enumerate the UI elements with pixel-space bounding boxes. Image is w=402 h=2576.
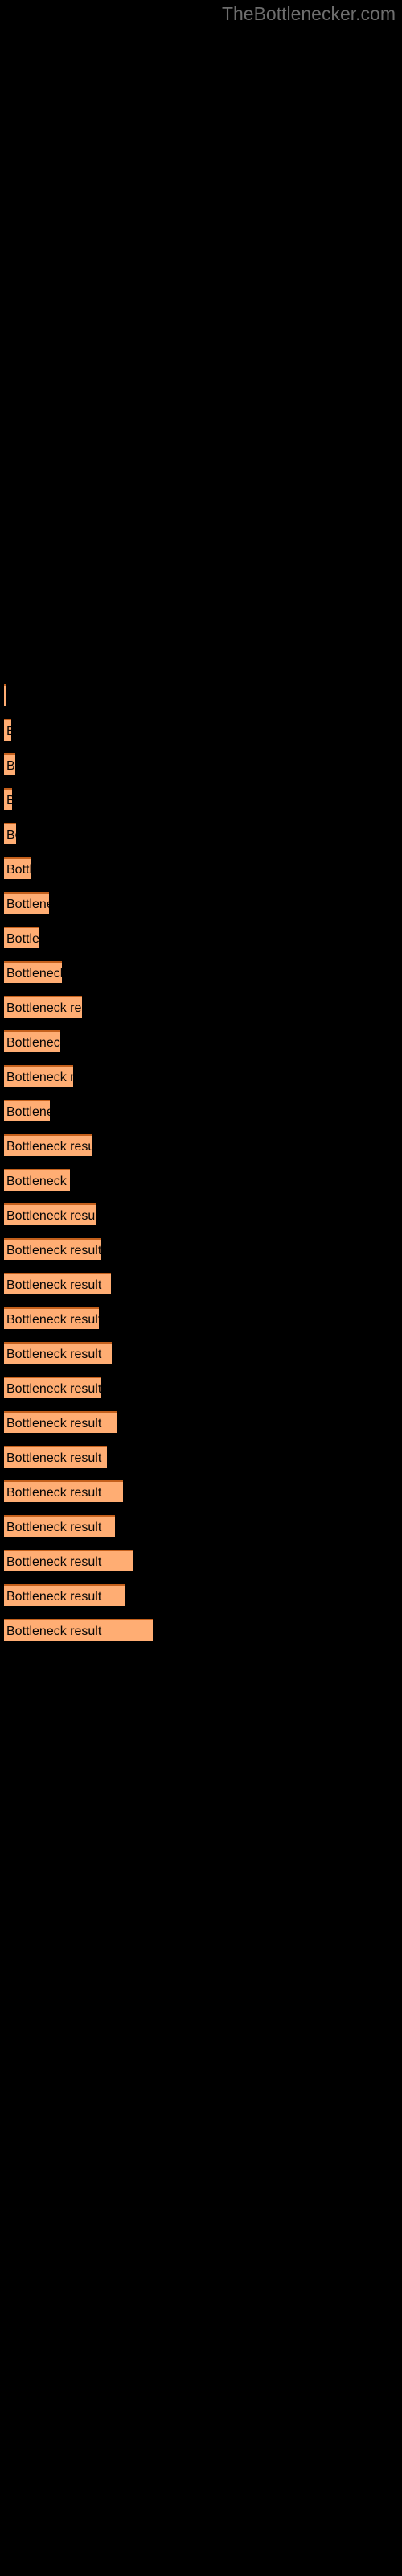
bar-row: Bottleneck result: [0, 1065, 402, 1087]
bar-row: Bottleneck result: [0, 1134, 402, 1156]
bar-row: Bottleneck result: [0, 996, 402, 1018]
chart-bar[interactable]: Bottleneck result: [4, 753, 15, 775]
bar-label: Bottleneck result: [6, 1209, 96, 1223]
bar-label: Bottleneck result: [6, 1521, 102, 1534]
chart-bar[interactable]: Bottleneck result: [4, 1238, 100, 1260]
chart-bar[interactable]: Bottleneck result: [4, 1619, 153, 1641]
chart-bar[interactable]: Bottleneck result: [4, 1203, 96, 1225]
chart-bar[interactable]: Bottleneck result: [4, 788, 12, 810]
page-root: TheBottlenecker.com Bottleneck resultBot…: [0, 0, 402, 2576]
bar-row: Bottleneck result: [0, 857, 402, 879]
bar-label: Bottleneck result: [6, 1244, 100, 1257]
chart-bar[interactable]: Bottleneck result: [4, 892, 49, 914]
bar-row: Bottleneck result: [0, 684, 402, 706]
bar-label: Bottleneck result: [6, 932, 39, 946]
bar-row: Bottleneck result: [0, 1584, 402, 1606]
chart-bar[interactable]: Bottleneck result: [4, 857, 31, 879]
bar-row: Bottleneck result: [0, 788, 402, 810]
bar-label: Bottleneck result: [6, 1348, 102, 1361]
chart-bar[interactable]: Bottleneck result: [4, 1100, 50, 1121]
chart-bar[interactable]: Bottleneck result: [4, 1550, 133, 1571]
bar-label: Bottleneck result: [6, 792, 12, 810]
bar-label: Bottleneck result: [6, 1278, 102, 1292]
chart-bar[interactable]: Bottleneck result: [4, 719, 11, 741]
bar-row: Bottleneck result: [0, 719, 402, 741]
chart-bar[interactable]: Bottleneck result: [4, 1584, 125, 1606]
bar-label: Bottleneck result: [6, 1001, 82, 1015]
bar-label: Bottleneck result: [6, 1140, 92, 1154]
bar-row: Bottleneck result: [0, 823, 402, 844]
bar-row: Bottleneck result: [0, 1342, 402, 1364]
bar-label: Bottleneck result: [6, 1382, 101, 1396]
bar-row: Bottleneck result: [0, 1619, 402, 1641]
chart-bar[interactable]: Bottleneck result: [4, 1273, 111, 1294]
chart-bar[interactable]: Bottleneck result: [4, 1169, 70, 1191]
bar-label: Bottleneck result: [6, 1624, 102, 1638]
bar-row: Bottleneck result: [0, 1203, 402, 1225]
bar-label: Bottleneck result: [6, 1313, 99, 1327]
chart-bar[interactable]: Bottleneck result: [4, 1342, 112, 1364]
bar-row: Bottleneck result: [0, 1307, 402, 1329]
bottleneck-bar-chart: Bottleneck result Bottleneck result Bottle…: [0, 0, 402, 2576]
bar-row: Bottleneck result: [0, 1480, 402, 1502]
bar-row: Bottleneck result: [0, 1446, 402, 1468]
chart-bar[interactable]: Bottleneck result: [4, 1480, 123, 1502]
bar-label: Bottleneck result: [6, 1071, 73, 1084]
chart-bar[interactable]: Bottleneck result: [4, 927, 39, 948]
bar-label: Bottleneck result: [6, 1555, 102, 1569]
bar-label: Bottleneck result: [6, 828, 16, 842]
bar-row: Bottleneck result: [0, 1550, 402, 1571]
bar-label: Bottleneck result: [6, 1417, 102, 1430]
bar-row: Bottleneck result: [0, 892, 402, 914]
chart-bar[interactable]: Bottleneck result: [4, 1377, 101, 1398]
bar-label: Bottleneck result: [6, 723, 11, 741]
chart-bar[interactable]: Bottleneck result: [4, 1446, 107, 1468]
chart-bar[interactable]: Bottleneck result: [4, 961, 62, 983]
chart-bar[interactable]: Bottleneck result: [4, 1065, 73, 1087]
bar-label: Bottleneck result: [6, 759, 15, 773]
bar-row: Bottleneck result: [0, 927, 402, 948]
bar-row: Bottleneck result: [0, 1100, 402, 1121]
chart-bar[interactable]: Bottleneck result: [4, 1030, 60, 1052]
chart-bar[interactable]: Bottleneck result: [4, 1134, 92, 1156]
bar-row: Bottleneck result: [0, 753, 402, 775]
chart-bar[interactable]: Bottleneck result: [4, 823, 16, 844]
bar-label: Bottleneck result: [6, 1105, 50, 1119]
bar-label: Bottleneck result: [6, 1451, 102, 1465]
bar-row: Bottleneck result: [0, 1377, 402, 1398]
bar-label: Bottleneck result: [6, 898, 49, 911]
bar-row: Bottleneck result: [0, 1238, 402, 1260]
bar-row: Bottleneck result: [0, 1411, 402, 1433]
bar-row: Bottleneck result: [0, 1273, 402, 1294]
bar-row: Bottleneck result: [0, 961, 402, 983]
chart-bar[interactable]: Bottleneck result: [4, 684, 6, 706]
bar-label: Bottleneck result: [6, 967, 62, 980]
bar-label: Bottleneck result: [6, 1590, 102, 1604]
bar-row: Bottleneck result: [0, 1515, 402, 1537]
chart-bar[interactable]: Bottleneck result: [4, 996, 82, 1018]
bar-label: Bottleneck result: [6, 1174, 70, 1188]
bar-label: Bottleneck result: [6, 1486, 102, 1500]
bar-label: Bottleneck result: [6, 1036, 60, 1050]
chart-bar[interactable]: Bottleneck result: [4, 1307, 99, 1329]
bar-label: Bottleneck result: [6, 863, 31, 877]
chart-bar[interactable]: Bottleneck result: [4, 1515, 115, 1537]
bar-row: Bottleneck result: [0, 1169, 402, 1191]
chart-bar[interactable]: Bottleneck result: [4, 1411, 117, 1433]
bar-row: Bottleneck result: [0, 1030, 402, 1052]
